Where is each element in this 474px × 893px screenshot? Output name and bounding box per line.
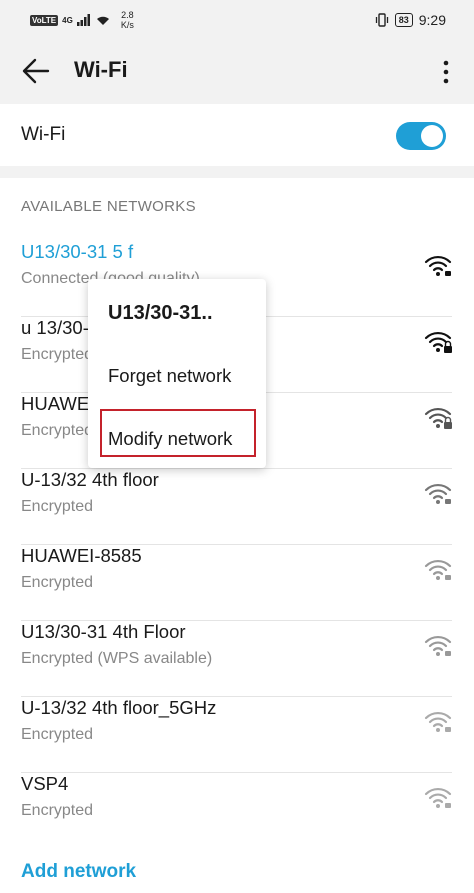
network-item[interactable]: HUAWEI-8585 Encrypted [0, 545, 474, 621]
wifi-toggle-switch[interactable] [396, 122, 446, 150]
network-item[interactable]: U-13/32 4th floor_5GHz Encrypted [0, 697, 474, 773]
speed-value: 2.8 [121, 10, 134, 20]
wifi-signal-icon [424, 635, 452, 656]
more-options-icon[interactable] [442, 60, 450, 84]
speed-unit: K/s [120, 20, 134, 30]
network-type: 4G [62, 15, 73, 25]
wifi-signal-icon [424, 559, 452, 580]
network-item[interactable]: VSP4 Encrypted [0, 773, 474, 849]
back-arrow-icon[interactable] [22, 58, 50, 84]
network-status: Encrypted [21, 346, 94, 363]
modify-network-highlight [100, 409, 256, 457]
toggle-knob [421, 125, 443, 147]
network-status: Encrypted (WPS available) [21, 650, 213, 667]
network-name: U-13/32 4th floor_5GHz [21, 697, 217, 718]
cellular-signal-icon [76, 14, 90, 26]
network-name: U13/30-31 4th Floor [21, 621, 186, 642]
network-name: VSP4 [21, 773, 69, 794]
wifi-signal-icon [424, 711, 452, 732]
section-header: AVAILABLE NETWORKS [21, 198, 196, 215]
wifi-status-icon [96, 16, 109, 25]
status-bar-left: VoLTE 4G 2.8 K/s [30, 10, 134, 30]
clock: 9:29 [418, 12, 446, 28]
wifi-locked-icon [424, 331, 452, 353]
wifi-signal-icon [424, 787, 452, 808]
network-status: Encrypted [21, 574, 94, 591]
network-name: U13/30-31 5 f [21, 241, 134, 262]
network-name: U-13/32 4th floor [21, 469, 159, 490]
page-title: Wi-Fi [74, 57, 128, 82]
wifi-signal-icon [424, 483, 452, 504]
volte-badge: VoLTE [30, 14, 59, 26]
network-context-menu: U13/30-31.. Forget network Modify networ… [88, 279, 266, 468]
wifi-toggle-row[interactable]: Wi-Fi [0, 104, 474, 166]
network-status: Encrypted [21, 726, 94, 743]
wifi-locked-icon [424, 407, 452, 429]
battery-icon: 83 [394, 13, 413, 27]
network-status: Encrypted [21, 498, 94, 515]
status-bar: VoLTE 4G 2.8 K/s 83 9:29 [0, 0, 474, 40]
network-name: HUAWEI-8585 [21, 545, 142, 566]
vibrate-icon [375, 13, 388, 27]
network-item[interactable]: U-13/32 4th floor Encrypted [0, 469, 474, 545]
network-speed: 2.8 K/s [121, 10, 134, 30]
status-bar-right: 83 9:29 [375, 12, 446, 28]
app-bar: Wi-Fi [0, 40, 474, 102]
network-item[interactable]: U13/30-31 4th Floor Encrypted (WPS availa… [0, 621, 474, 697]
add-network-link[interactable]: Add network [21, 861, 136, 883]
context-menu-title: U13/30-31.. [108, 302, 213, 324]
forget-network-option[interactable]: Forget network [108, 365, 231, 387]
network-status: Encrypted [21, 802, 94, 819]
network-status: Encrypted [21, 422, 94, 439]
wifi-toggle-label: Wi-Fi [21, 124, 66, 145]
wifi-signal-icon [424, 255, 452, 276]
